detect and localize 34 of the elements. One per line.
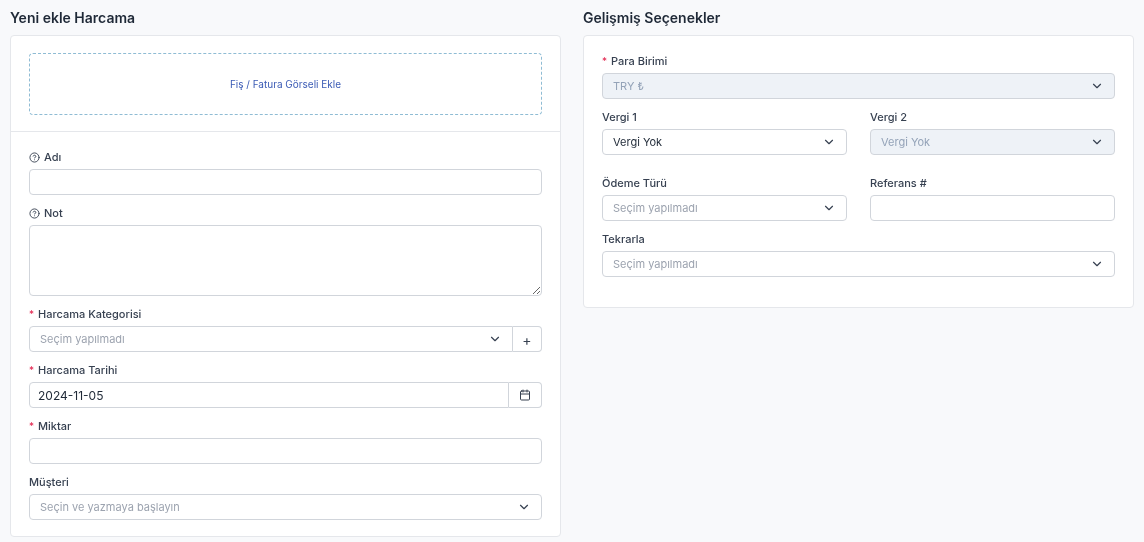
required-asterisk: *: [29, 418, 34, 434]
field-label: Harcama Tarihi: [38, 361, 118, 379]
required-asterisk: *: [29, 306, 34, 322]
calendar-button[interactable]: [509, 382, 542, 408]
upload-dropzone[interactable]: Fiş / Fatura Görseli Ekle: [29, 53, 542, 115]
field-label: Para Birimi: [611, 52, 668, 70]
note-field[interactable]: [29, 225, 542, 296]
section-title: Yeni ekle Harcama: [10, 8, 137, 28]
select-field[interactable]: Vergi Yok: [602, 129, 847, 155]
field-label: Ödeme Türü: [602, 174, 667, 192]
field-label: Vergi 1: [602, 108, 637, 126]
select-field[interactable]: Seçin ve yazmaya başlayın: [29, 494, 542, 520]
field-label: Not: [44, 204, 63, 222]
field-label: Miktar: [38, 417, 72, 435]
help-icon: [29, 151, 40, 163]
help-icon: [29, 207, 40, 219]
calendar-icon: [519, 389, 531, 401]
field-label: Referans #: [870, 174, 927, 192]
select-field[interactable]: Seçim yapılmadı: [602, 195, 847, 221]
add-button[interactable]: +: [513, 326, 542, 352]
text-field[interactable]: [29, 169, 542, 195]
date-field[interactable]: 2024-11-05: [29, 382, 509, 408]
field-label: Tekrarla: [602, 230, 645, 248]
select-field[interactable]: Seçim yapılmadı: [602, 251, 1115, 277]
select-field[interactable]: Seçim yapılmadı: [29, 326, 513, 352]
section-title: Gelişmiş Seçenekler: [583, 8, 722, 28]
field-label: Adı: [44, 148, 62, 166]
field-label: Vergi 2: [870, 108, 907, 126]
field-label: Müşteri: [29, 473, 69, 491]
required-asterisk: *: [29, 362, 34, 378]
field-label: Harcama Kategorisi: [38, 305, 142, 323]
text-field[interactable]: [29, 438, 542, 464]
required-asterisk: *: [602, 53, 607, 69]
text-field[interactable]: [870, 195, 1115, 221]
